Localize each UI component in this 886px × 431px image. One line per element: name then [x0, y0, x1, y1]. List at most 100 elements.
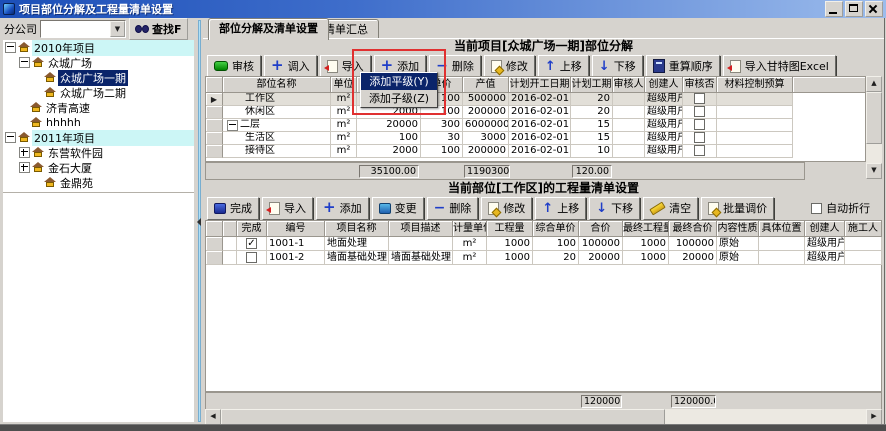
- audit-checkbox[interactable]: [694, 132, 705, 143]
- header-cell[interactable]: 计划工期: [571, 77, 613, 93]
- header-cell[interactable]: 创建人: [645, 77, 683, 93]
- header-cell[interactable]: 合价: [579, 221, 623, 237]
- tree-expand-icon[interactable]: [19, 147, 30, 158]
- tree-item-hhhhh[interactable]: hhhhh: [3, 115, 194, 130]
- cell: 10: [571, 145, 613, 158]
- search-button[interactable]: 查找F: [129, 18, 188, 40]
- header-cell[interactable]: 编号: [267, 221, 325, 237]
- header-cell[interactable]: 创建人: [805, 221, 845, 237]
- tree-item-zhongcheng-plaza[interactable]: 众城广场: [3, 55, 194, 70]
- audit-button[interactable]: 审核: [207, 55, 261, 78]
- modify-button[interactable]: 修改: [481, 197, 532, 220]
- clear-button[interactable]: 清空: [643, 197, 698, 220]
- cell: 超级用户: [645, 119, 683, 132]
- tree-item-jinding-yuan[interactable]: 金鼎苑: [3, 175, 194, 190]
- header-cell[interactable]: 完成: [237, 221, 267, 237]
- delete-button[interactable]: 删除: [427, 197, 479, 220]
- scroll-left-icon[interactable]: ◀: [205, 409, 221, 425]
- audit-checkbox[interactable]: [694, 93, 705, 104]
- cell: 20: [571, 106, 613, 119]
- cell: m²: [453, 237, 487, 251]
- header-cell[interactable]: 项目名称: [325, 221, 389, 237]
- done-checkbox[interactable]: [246, 252, 257, 263]
- change-button[interactable]: 变更: [372, 197, 424, 220]
- audit-checkbox[interactable]: [694, 145, 705, 156]
- import-button[interactable]: 导入: [262, 197, 313, 220]
- tree-item-label: 济青高速: [44, 100, 92, 116]
- header-cell[interactable]: 审核人: [613, 77, 645, 93]
- header-cell[interactable]: 工程量: [487, 221, 533, 237]
- tree-item-2010-projects[interactable]: 2010年项目: [3, 40, 194, 55]
- batch-price-button[interactable]: 批量调价: [701, 197, 774, 220]
- autowrap-checkbox[interactable]: [811, 203, 822, 214]
- chevron-down-icon[interactable]: ▼: [110, 21, 125, 37]
- horizontal-scrollbar[interactable]: ◀ ▶: [205, 409, 882, 425]
- tree-collapse-icon[interactable]: [5, 42, 16, 53]
- close-button[interactable]: [865, 1, 883, 17]
- header-cell[interactable]: 项目描述: [389, 221, 453, 237]
- panel-splitter[interactable]: [196, 18, 203, 424]
- tree-collapse-icon[interactable]: [19, 57, 30, 68]
- move-down-button[interactable]: 下移: [592, 55, 643, 78]
- vertical-scrollbar[interactable]: ▲ ▼: [866, 76, 882, 179]
- header-cell[interactable]: 计量单位: [453, 221, 487, 237]
- finish-button[interactable]: 完成: [207, 197, 259, 220]
- modify-button[interactable]: 修改: [484, 55, 535, 78]
- table-row[interactable]: 生活区 m² 100 30 3000 2016-02-01 15 超级用户: [206, 132, 865, 145]
- header-cell[interactable]: 材料控制预算: [717, 77, 793, 93]
- header-cell[interactable]: 施工人: [845, 221, 882, 237]
- header-cell[interactable]: 部位名称: [223, 77, 331, 93]
- table-row[interactable]: 接待区 m² 2000 100 200000 2016-02-01 10 超级用…: [206, 145, 865, 158]
- scrollbar-thumb[interactable]: [866, 92, 882, 144]
- load-in-button[interactable]: 调入: [264, 55, 317, 78]
- tree-item-zhongcheng-phase2[interactable]: 众城广场二期: [3, 85, 194, 100]
- table-row[interactable]: ▶ 工作区 m² 100 500000 2016-02-01 20 超级用户: [206, 93, 865, 106]
- header-cell[interactable]: 最终合价: [669, 221, 717, 237]
- table-row[interactable]: 1001-2 墙面基础处理 墙面基础处理 m² 1000 20 20000 10…: [206, 251, 881, 265]
- table-row[interactable]: 休闲区 m² 2000 100 200000 2016-02-01 20 超级用…: [206, 106, 865, 119]
- audit-checkbox[interactable]: [694, 106, 705, 117]
- company-combobox[interactable]: ▼: [40, 20, 126, 38]
- scrollbar-thumb[interactable]: [221, 409, 665, 425]
- tree-item-zhongcheng-phase1[interactable]: 众城广场一期: [3, 70, 194, 85]
- minimize-button[interactable]: [825, 1, 843, 17]
- tree-item-2011-projects[interactable]: 2011年项目: [3, 130, 194, 145]
- arrow-down-icon: [596, 202, 607, 215]
- header-cell[interactable]: 最终工程量: [623, 221, 669, 237]
- header-cell[interactable]: 具体位置: [759, 221, 805, 237]
- header-cell[interactable]: 内容性质: [717, 221, 759, 237]
- add-button[interactable]: 添加: [316, 197, 369, 220]
- header-cell[interactable]: 审核否: [683, 77, 717, 93]
- tree-item-label: hhhhh: [44, 116, 83, 129]
- cell: [717, 93, 793, 106]
- header-cell[interactable]: 综合单价: [533, 221, 579, 237]
- tree-collapse-icon[interactable]: [227, 120, 238, 131]
- scroll-right-icon[interactable]: ▶: [866, 409, 882, 425]
- tree-expand-icon[interactable]: [19, 162, 30, 173]
- move-up-button[interactable]: 上移: [538, 55, 589, 78]
- move-down-button[interactable]: 下移: [589, 197, 640, 220]
- done-checkbox[interactable]: ✓: [246, 238, 257, 249]
- table-row[interactable]: 二层 m² 20000 300 6000000 2016-02-01 15 超级…: [206, 119, 865, 132]
- recalc-order-button[interactable]: 重算顺序: [646, 55, 720, 78]
- header-cell[interactable]: 计划开工日期: [509, 77, 571, 93]
- upper-section-title: 当前项目[众城广场一期]部位分解: [205, 39, 882, 54]
- tab-part-breakdown[interactable]: 部位分解及清单设置: [208, 18, 329, 40]
- tree-item-jiqing-highway[interactable]: 济青高速: [3, 100, 194, 115]
- company-input[interactable]: [41, 21, 110, 37]
- scroll-down-icon[interactable]: ▼: [866, 163, 882, 179]
- header-cell[interactable]: 产值: [463, 77, 509, 93]
- tree-collapse-icon[interactable]: [5, 132, 16, 143]
- autowrap-option[interactable]: 自动折行: [811, 200, 870, 216]
- table-row[interactable]: ✓ 1001-1 地面处理 m² 1000 100 100000 1000 10…: [206, 237, 881, 251]
- tree-item-dongying-software-park[interactable]: 东营软件园: [3, 145, 194, 160]
- row-selector: [206, 237, 223, 251]
- audit-checkbox[interactable]: [694, 119, 705, 130]
- move-up-button[interactable]: 上移: [535, 197, 586, 220]
- tree-item-jinshi-tower[interactable]: 金石大厦: [3, 160, 194, 175]
- cell: m²: [331, 119, 357, 132]
- maximize-button[interactable]: [845, 1, 863, 17]
- scroll-up-icon[interactable]: ▲: [866, 76, 882, 92]
- import-gantt-excel-button[interactable]: 导入甘特图Excel: [723, 55, 836, 78]
- collapse-left-icon[interactable]: [197, 218, 201, 226]
